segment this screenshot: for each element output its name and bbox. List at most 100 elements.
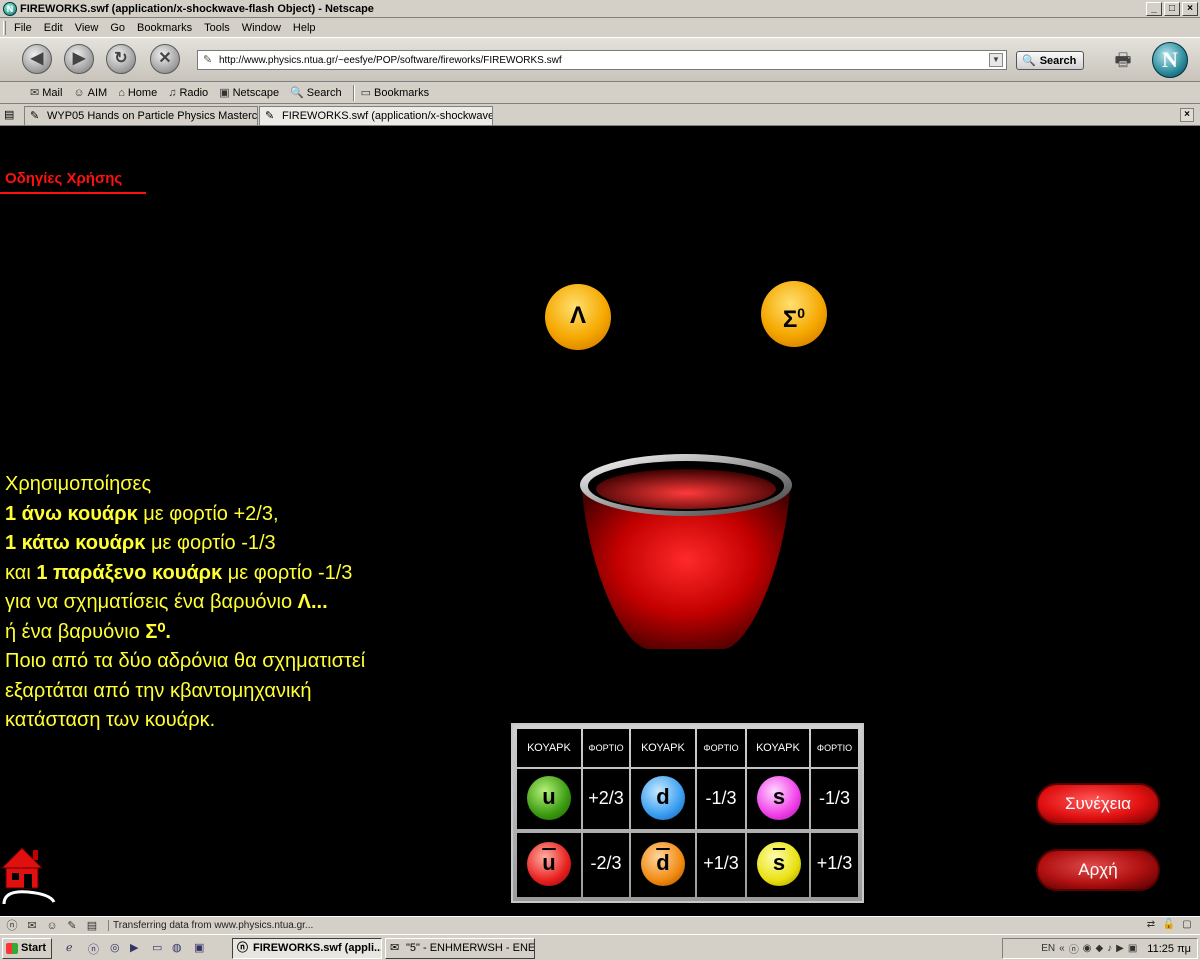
aim-status-icon[interactable]: ☺: [44, 919, 60, 933]
quark-cell: s: [747, 833, 809, 897]
volume-tray-icon[interactable]: ♪: [1107, 943, 1112, 954]
mail-icon: ✉: [30, 87, 40, 99]
toolbar-home[interactable]: ⌂ Home: [118, 87, 157, 99]
sigma-symbol: Σ: [782, 306, 798, 333]
maximize-button[interactable]: □: [1164, 1, 1180, 16]
ie-quicklaunch-icon[interactable]: ℯ: [66, 941, 73, 954]
toolbar-radio[interactable]: ♫ Radio: [168, 87, 208, 99]
netscape-tray-icon[interactable]: ⓝ: [1069, 941, 1079, 956]
quark-cell: d: [631, 833, 695, 897]
search-label: Search: [306, 86, 342, 99]
quark-table: ΚΟΥΑΡΚ ΦΟΡΤΙΟ ΚΟΥΑΡΚ ΦΟΡΤΙΟ ΚΟΥΑΡΚ ΦΟΡΤΙ…: [511, 723, 864, 903]
bowl-graphic: [580, 454, 792, 649]
down-quark[interactable]: d: [641, 776, 685, 820]
desktop-quicklaunch-icon[interactable]: ▣: [194, 941, 204, 954]
menu-go[interactable]: Go: [110, 22, 125, 34]
menu-file[interactable]: File: [14, 22, 32, 34]
menu-tools[interactable]: Tools: [204, 22, 230, 34]
toolbar-grip[interactable]: [3, 21, 6, 35]
url-input[interactable]: [219, 54, 989, 66]
charge-cell: -1/3: [697, 769, 745, 829]
netscape-label: Netscape: [232, 86, 280, 99]
anti-down-quark[interactable]: d: [641, 842, 685, 886]
forward-button[interactable]: ▶: [64, 44, 94, 74]
stop-button[interactable]: ✕: [150, 44, 180, 74]
tab-fireworks[interactable]: ✎ FIREWORKS.swf (application/x-shockwave…: [259, 106, 493, 125]
language-indicator[interactable]: EN: [1041, 943, 1055, 954]
aim-label: AIM: [87, 86, 108, 99]
antivirus-tray-icon[interactable]: ◆: [1095, 943, 1103, 954]
close-button[interactable]: ×: [1182, 1, 1198, 16]
tab-wyp05[interactable]: ✎ WYP05 Hands on Particle Physics Master…: [24, 106, 258, 125]
menu-help[interactable]: Help: [293, 22, 316, 34]
display-tray-icon[interactable]: ▣: [1128, 943, 1137, 954]
flash-content: Οδηγίες Χρήσης Λ Σ0 Χρησιμοποίησες 1 άνω…: [0, 126, 1200, 916]
network-tray-icon[interactable]: ◉: [1083, 943, 1092, 954]
start-button[interactable]: Start: [2, 938, 52, 959]
tab-label: WYP05 Hands on Particle Physics Mastercl…: [47, 110, 258, 122]
toolbar-bookmarks[interactable]: ▭ Bookmarks: [361, 86, 429, 100]
page-proxy-icon[interactable]: ✎: [203, 54, 215, 66]
menu-window[interactable]: Window: [242, 22, 281, 34]
strange-quark[interactable]: s: [757, 776, 801, 820]
explanation-line: και 1 παράξενο κουάρκ με φορτίο -1/3: [5, 561, 353, 584]
home-icon[interactable]: [0, 844, 56, 906]
explorer-quicklaunch-icon[interactable]: ◍: [172, 941, 182, 954]
url-history-dropdown[interactable]: ▼: [989, 53, 1003, 67]
search-icon: 🔍: [1022, 55, 1036, 67]
continue-button[interactable]: Συνέχεια: [1036, 783, 1160, 825]
close-tab-button[interactable]: ×: [1180, 108, 1194, 122]
toolbar-aim[interactable]: ☺ AIM: [73, 87, 107, 99]
menu-view[interactable]: View: [75, 22, 99, 34]
table-header: ΦΟΡΤΙΟ: [583, 729, 629, 767]
status-indicators: ⇄ 🔓 ▢: [1142, 919, 1196, 930]
home-icon: ⌂: [118, 86, 125, 99]
address-book-icon[interactable]: ▤: [84, 919, 100, 933]
menu-bar: File Edit View Go Bookmarks Tools Window…: [0, 18, 1200, 38]
quark-bowl[interactable]: [578, 451, 794, 651]
taskbar-item-mail[interactable]: ✉ "5" - ENHMERWSH - ENE...: [385, 938, 535, 959]
back-button[interactable]: ◀: [22, 44, 52, 74]
charge-cell: +1/3: [811, 833, 858, 897]
instructions-link[interactable]: Οδηγίες Χρήσης: [5, 170, 122, 187]
url-bar[interactable]: ✎ ▼: [197, 50, 1007, 70]
reload-icon: ↻: [114, 50, 128, 67]
media-quicklaunch-icon[interactable]: ▶: [130, 941, 138, 954]
folder-quicklaunch-icon[interactable]: ▭: [152, 941, 162, 954]
media-tray-icon[interactable]: ▶: [1116, 943, 1124, 954]
taskbar-item-fireworks[interactable]: ⓝ FIREWORKS.swf (appli...: [232, 938, 382, 959]
new-tab-icon[interactable]: ▤: [4, 108, 14, 121]
instructions-underline: [0, 192, 146, 194]
menu-bookmarks[interactable]: Bookmarks: [137, 22, 192, 34]
anti-up-quark[interactable]: u: [527, 842, 571, 886]
mail-status-icon[interactable]: ✉: [24, 919, 40, 933]
search-icon: 🔍: [290, 87, 304, 99]
netscape-quicklaunch-icon[interactable]: ⓝ: [88, 941, 99, 957]
toolbar-netscape[interactable]: ▣ Netscape: [219, 86, 280, 100]
explanation-line: ή ένα βαρυόνιο Σ⁰.: [5, 620, 171, 643]
table-header: ΦΟΡΤΙΟ: [811, 729, 858, 767]
expand-tray-icon[interactable]: «: [1059, 943, 1065, 954]
anti-strange-quark[interactable]: s: [757, 842, 801, 886]
print-icon[interactable]: 🖶: [1108, 46, 1138, 74]
status-text: Transferring data from www.physics.ntua.…: [108, 920, 313, 931]
toolbar-search[interactable]: 🔍 Search: [290, 86, 342, 100]
table-header: ΚΟΥΑΡΚ: [747, 729, 809, 767]
browser-quicklaunch-icon[interactable]: ◎: [110, 941, 120, 954]
netscape-status-icon[interactable]: ⓝ: [4, 919, 20, 933]
sigma0-baryon[interactable]: Σ0: [761, 281, 827, 347]
explanation-line: Χρησιμοποίησες: [5, 473, 152, 495]
composer-icon[interactable]: ✎: [64, 919, 80, 933]
search-button[interactable]: 🔍 Search: [1016, 51, 1084, 70]
minimize-button[interactable]: _: [1146, 1, 1162, 16]
toolbar-mail[interactable]: ✉ Mail: [30, 86, 62, 100]
forward-arrow-icon: ▶: [72, 50, 86, 67]
explanation-line: για να σχηματίσεις ένα βαρυόνιο Λ...: [5, 591, 328, 613]
menu-edit[interactable]: Edit: [44, 22, 63, 34]
netscape-logo[interactable]: N: [1152, 42, 1188, 78]
start-over-button[interactable]: Αρχή: [1036, 849, 1160, 891]
up-quark[interactable]: u: [527, 776, 571, 820]
reload-button[interactable]: ↻: [106, 44, 136, 74]
lambda-baryon[interactable]: Λ: [545, 284, 611, 350]
netscape-app-icon[interactable]: N: [3, 1, 17, 16]
